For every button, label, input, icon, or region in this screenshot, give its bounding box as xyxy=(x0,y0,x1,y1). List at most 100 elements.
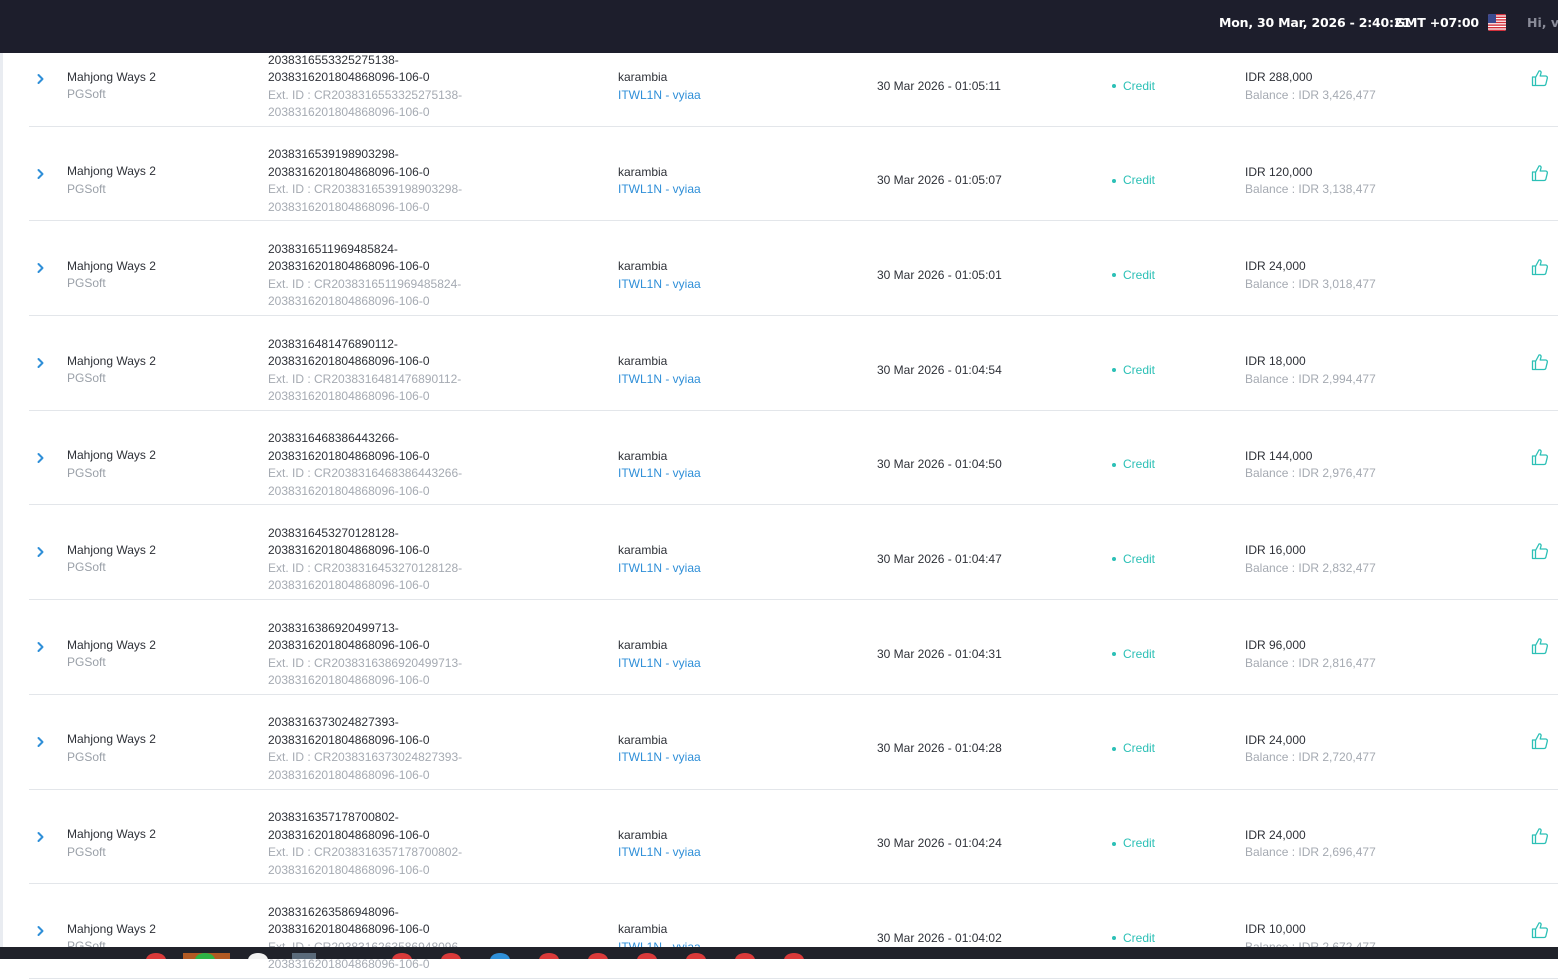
taskbar-app-icon[interactable] xyxy=(392,953,412,959)
agent-link[interactable]: ITWL1N - vyiaa xyxy=(618,750,701,764)
transaction-type: Credit xyxy=(1123,173,1156,188)
transaction-id-suffix: 2038316201804868096-106-0 xyxy=(268,638,430,653)
agent-link[interactable]: ITWL1N - vyiaa xyxy=(618,182,701,196)
username: karambia xyxy=(618,70,668,84)
expand-chevron-icon[interactable] xyxy=(36,452,45,464)
thumbs-up-icon[interactable] xyxy=(1531,637,1549,655)
username: karambia xyxy=(618,164,668,179)
provider-name: PGSoft xyxy=(67,560,106,575)
table-row: Mahjong Ways 2 PGSoft 2038316481476890112-… xyxy=(29,316,1558,411)
us-flag-icon[interactable] xyxy=(1488,14,1506,31)
agent-link[interactable]: ITWL1N - vyiaa xyxy=(618,277,701,291)
username: karambia xyxy=(618,543,668,558)
expand-chevron-icon[interactable] xyxy=(36,546,45,558)
expand-chevron-icon[interactable] xyxy=(36,736,45,748)
table-row: Mahjong Ways 2 PGSoft 2038316373024827393-… xyxy=(29,695,1558,790)
transaction-amount: IDR 288,000 xyxy=(1245,70,1313,84)
status-dot xyxy=(1112,462,1116,467)
taskbar-app-icon[interactable] xyxy=(441,953,461,959)
transaction-amount: IDR 10,000 xyxy=(1245,922,1306,937)
transaction-amount: IDR 24,000 xyxy=(1245,732,1306,747)
thumbs-up-icon[interactable] xyxy=(1531,69,1549,87)
taskbar-app-icon[interactable] xyxy=(637,953,657,959)
expand-chevron-icon[interactable] xyxy=(36,168,45,180)
thumbs-up-icon[interactable] xyxy=(1531,448,1549,466)
expand-chevron-icon[interactable] xyxy=(36,831,45,843)
table-row: Mahjong Ways 2 PGSoft 2038316453270128128-… xyxy=(29,505,1558,601)
transaction-id-suffix: 2038316201804868096-106-0 xyxy=(268,922,430,937)
transaction-amount: IDR 96,000 xyxy=(1245,638,1306,653)
balance-after: Balance : IDR 2,976,477 xyxy=(1245,466,1376,481)
status-dot xyxy=(1112,368,1116,373)
balance-after: Balance : IDR 2,696,477 xyxy=(1245,845,1376,859)
table-row: Mahjong Ways 2 PGSoft 2038316357178700802-… xyxy=(29,790,1558,885)
taskbar-app-icon[interactable] xyxy=(686,953,706,959)
thumbs-up-icon[interactable] xyxy=(1531,258,1549,276)
external-id-suffix: 2038316201804868096-106-0 xyxy=(268,199,430,214)
game-name: Mahjong Ways 2 xyxy=(67,827,156,841)
thumbs-up-icon[interactable] xyxy=(1531,542,1549,560)
agent-link[interactable]: ITWL1N - vyiaa xyxy=(618,845,701,859)
external-id-suffix: 2038316201804868096-106-0 xyxy=(268,673,430,688)
transaction-id: 2038316511969485824- xyxy=(268,241,398,256)
agent-link[interactable]: ITWL1N - vyiaa xyxy=(618,372,701,386)
status-dot xyxy=(1112,178,1116,183)
balance-after: Balance : IDR 3,138,477 xyxy=(1245,182,1376,197)
user-greeting[interactable]: Hi, vy xyxy=(1527,15,1558,30)
external-id-suffix: 2038316201804868096-106-0 xyxy=(268,578,430,593)
taskbar-app-icon[interactable] xyxy=(539,953,559,959)
transaction-type: Credit xyxy=(1123,457,1156,472)
provider-name: PGSoft xyxy=(67,371,106,386)
username: karambia xyxy=(618,638,668,653)
transaction-amount: IDR 144,000 xyxy=(1245,448,1313,463)
transaction-id-suffix: 2038316201804868096-106-0 xyxy=(268,732,430,747)
status-dot xyxy=(1112,746,1116,751)
external-id-suffix: 2038316201804868096-106-0 xyxy=(268,105,430,119)
taskbar-app-icon[interactable] xyxy=(588,953,608,959)
transaction-type: Credit xyxy=(1123,930,1156,945)
taskbar-app-icon[interactable] xyxy=(735,953,755,959)
timezone-label: GMT +07:00 xyxy=(1395,15,1479,30)
transaction-type: Credit xyxy=(1123,551,1156,566)
transaction-date: 30 Mar 2026 - 01:04:02 xyxy=(877,930,1002,945)
thumbs-up-icon[interactable] xyxy=(1531,353,1549,371)
expand-chevron-icon[interactable] xyxy=(36,262,45,274)
transaction-id: 2038316468386443266- xyxy=(268,431,399,446)
taskbar-app-icon[interactable] xyxy=(248,953,268,959)
status-dot xyxy=(1112,936,1116,941)
taskbar-app-icon[interactable] xyxy=(490,953,510,959)
thumbs-up-icon[interactable] xyxy=(1531,164,1549,182)
expand-chevron-icon[interactable] xyxy=(36,925,45,937)
taskbar-app-icon[interactable] xyxy=(146,953,166,959)
transaction-id: 2038316263586948096- xyxy=(268,904,399,919)
balance-after: Balance : IDR 3,426,477 xyxy=(1245,87,1376,102)
status-dot xyxy=(1112,652,1116,657)
agent-link[interactable]: ITWL1N - vyiaa xyxy=(618,88,701,102)
table-row: Mahjong Ways 2 PGSoft 2038316468386443266-… xyxy=(29,411,1558,506)
thumbs-up-icon[interactable] xyxy=(1531,921,1549,939)
taskbar-app-icon[interactable] xyxy=(784,953,804,959)
taskbar-app-icon[interactable] xyxy=(292,953,316,959)
transaction-date: 30 Mar 2026 - 01:05:01 xyxy=(877,267,1002,282)
agent-link[interactable]: ITWL1N - vyiaa xyxy=(618,656,701,670)
transaction-id-suffix: 2038316201804868096-106-0 xyxy=(268,354,430,369)
agent-link[interactable]: ITWL1N - vyiaa xyxy=(618,561,701,575)
expand-chevron-icon[interactable] xyxy=(36,641,45,653)
thumbs-up-icon[interactable] xyxy=(1531,827,1549,845)
transaction-id-suffix: 2038316201804868096-106-0 xyxy=(268,259,430,274)
transaction-amount: IDR 24,000 xyxy=(1245,827,1306,842)
username: karambia xyxy=(618,922,668,937)
transaction-date: 30 Mar 2026 - 01:04:31 xyxy=(877,646,1002,661)
expand-chevron-icon[interactable] xyxy=(36,73,45,85)
transaction-id-suffix: 2038316201804868096-106-0 xyxy=(268,827,430,842)
transaction-id-suffix: 2038316201804868096-106-0 xyxy=(268,164,430,179)
table-row: Mahjong Ways 2 PGSoft 2038316511969485824-… xyxy=(29,221,1558,317)
expand-chevron-icon[interactable] xyxy=(36,357,45,369)
game-name: Mahjong Ways 2 xyxy=(67,164,156,179)
username: karambia xyxy=(618,732,668,747)
agent-link[interactable]: ITWL1N - vyiaa xyxy=(618,466,701,480)
thumbs-up-icon[interactable] xyxy=(1531,732,1549,750)
username: karambia xyxy=(618,448,668,463)
transaction-id: 2038316386920499713- xyxy=(268,620,399,635)
transaction-type: Credit xyxy=(1123,267,1156,282)
